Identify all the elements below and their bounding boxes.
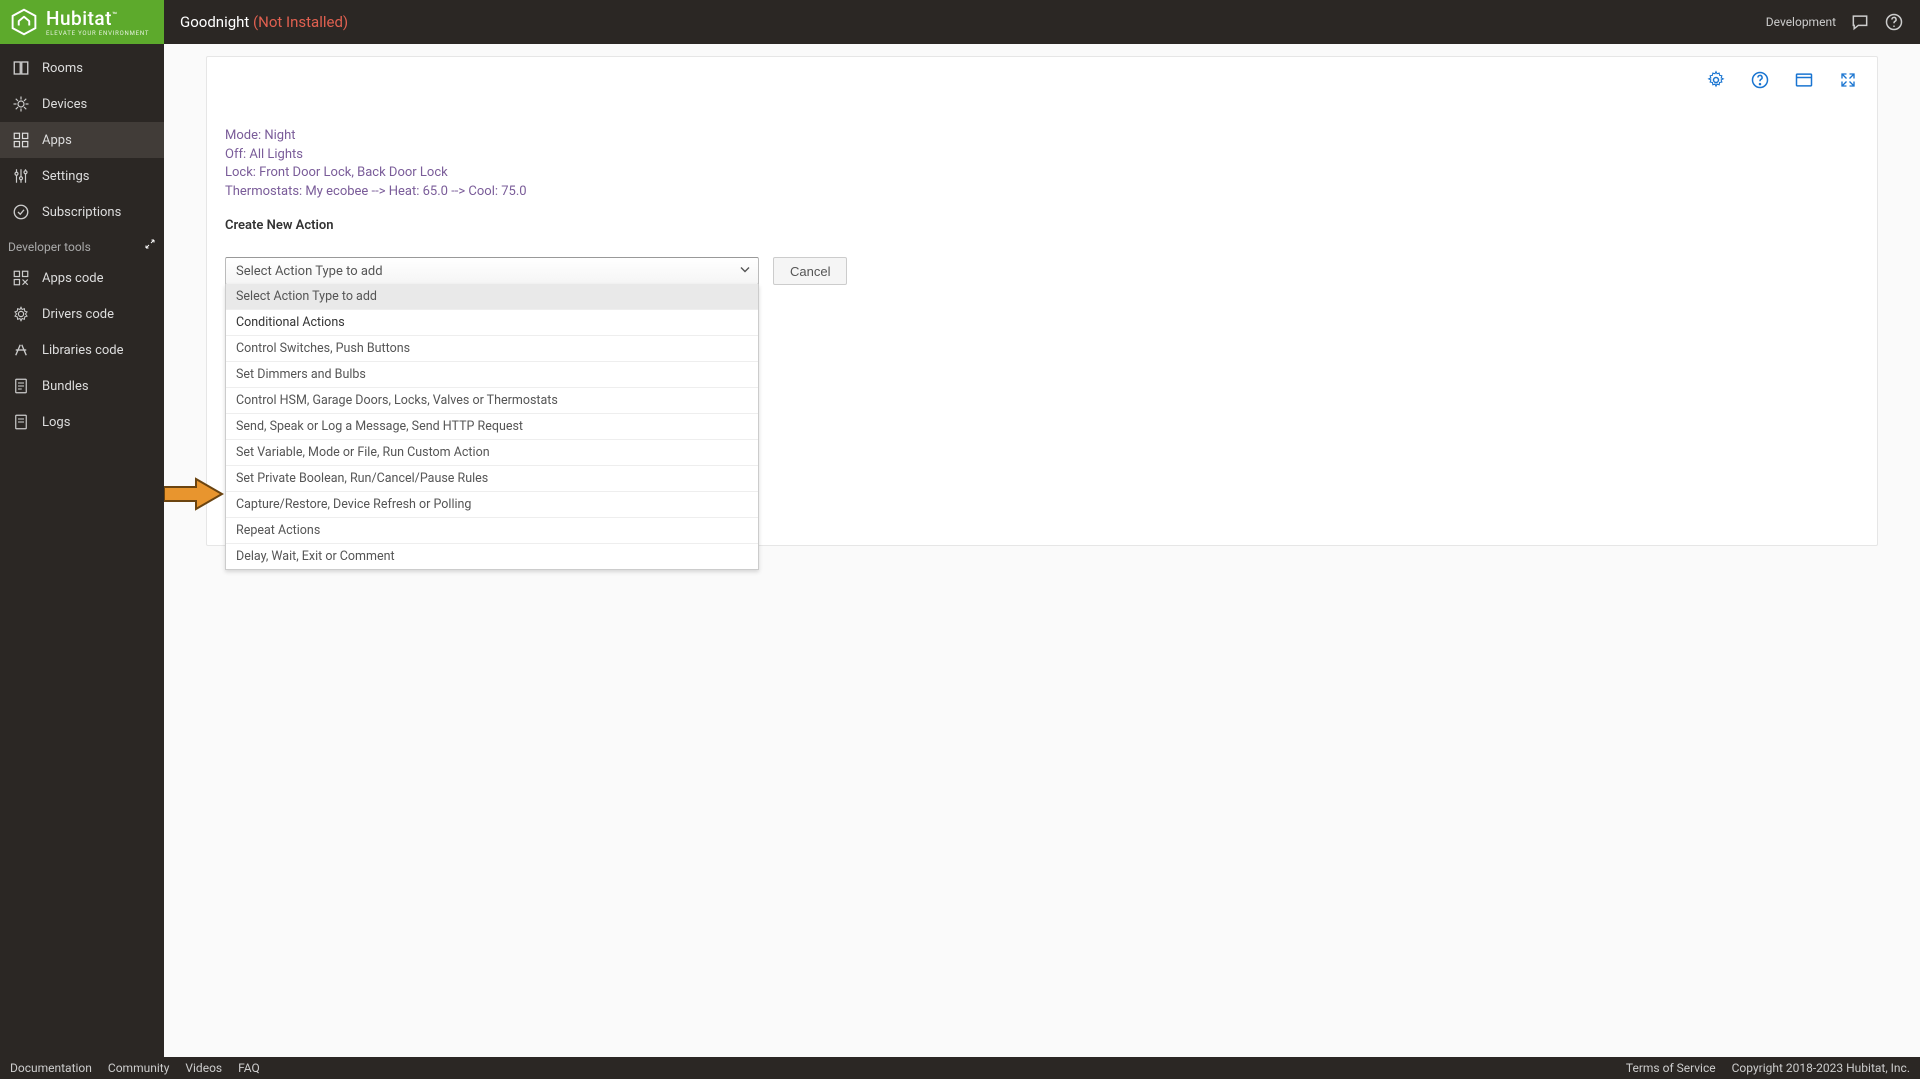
brand-name: Hubitat (46, 7, 112, 30)
footer-link-videos[interactable]: Videos (185, 1061, 222, 1075)
footer-link-tos[interactable]: Terms of Service (1626, 1061, 1716, 1075)
sidebar-item-settings[interactable]: Settings (0, 158, 164, 194)
sidebar-item-bundles[interactable]: Bundles (0, 368, 164, 404)
brand-sup: ™ (112, 11, 118, 20)
rule-line: Lock: Front Door Lock, Back Door Lock (225, 164, 1859, 182)
sidebar-item-label: Subscriptions (42, 205, 121, 220)
brand-tagline: ELEVATE YOUR ENVIRONMENT (46, 30, 149, 37)
header: Goodnight (Not Installed) Development (164, 0, 1920, 44)
logs-icon (12, 413, 30, 431)
question-icon[interactable] (1749, 69, 1771, 91)
sidebar-item-devices[interactable]: Devices (0, 86, 164, 122)
cancel-button[interactable]: Cancel (773, 257, 847, 285)
dropdown-option-delay[interactable]: Delay, Wait, Exit or Comment (226, 543, 758, 569)
bundles-icon (12, 377, 30, 395)
collapse-icon (144, 238, 156, 253)
action-row: Select Action Type to add Select Action … (225, 257, 1859, 285)
sidebar-item-label: Libraries code (42, 343, 124, 358)
footer: Documentation Community Videos FAQ Terms… (0, 1057, 1920, 1079)
settings-icon (12, 167, 30, 185)
page-title: Goodnight (Not Installed) (180, 13, 348, 31)
rooms-icon (12, 59, 30, 77)
window-icon[interactable] (1793, 69, 1815, 91)
action-type-select-wrap: Select Action Type to add Select Action … (225, 257, 759, 285)
dropdown-option-repeat[interactable]: Repeat Actions (226, 517, 758, 543)
sidebar-item-label: Devices (42, 97, 87, 112)
apps-icon (12, 131, 30, 149)
logo[interactable]: Hubitat™ ELEVATE YOUR ENVIRONMENT (0, 0, 164, 44)
appscode-icon (12, 269, 30, 287)
sidebar-item-subscriptions[interactable]: Subscriptions (0, 194, 164, 230)
select-value: Select Action Type to add (236, 264, 383, 279)
chevron-down-icon (740, 264, 750, 279)
logo-hex-icon (10, 8, 38, 36)
sidebar-item-label: Drivers code (42, 307, 114, 322)
developer-tools-label: Developer tools (8, 240, 91, 254)
dropdown-option-hsm[interactable]: Control HSM, Garage Doors, Locks, Valves… (226, 387, 758, 413)
sidebar-item-label: Apps (42, 133, 72, 148)
create-action-heading: Create New Action (225, 218, 1859, 233)
sidebar: Hubitat™ ELEVATE YOUR ENVIRONMENT Rooms … (0, 0, 164, 1079)
footer-right: Terms of Service Copyright 2018-2023 Hub… (1626, 1061, 1910, 1075)
sidebar-item-label: Rooms (42, 61, 83, 76)
panel-tools (1705, 69, 1859, 91)
footer-link-faq[interactable]: FAQ (238, 1061, 260, 1075)
sidebar-item-label: Logs (42, 415, 70, 430)
sidebar-item-logs[interactable]: Logs (0, 404, 164, 440)
sidebar-item-label: Bundles (42, 379, 89, 394)
dropdown-option-send[interactable]: Send, Speak or Log a Message, Send HTTP … (226, 413, 758, 439)
footer-link-documentation[interactable]: Documentation (10, 1061, 92, 1075)
install-status: (Not Installed) (253, 13, 348, 31)
expand-icon[interactable] (1837, 69, 1859, 91)
action-type-dropdown: Select Action Type to add Conditional Ac… (225, 284, 759, 570)
sidebar-item-drivers-code[interactable]: Drivers code (0, 296, 164, 332)
sidebar-item-label: Apps code (42, 271, 103, 286)
rule-line: Mode: Night (225, 127, 1859, 145)
dev-mode-label: Development (1766, 15, 1836, 29)
gear-icon[interactable] (1705, 69, 1727, 91)
footer-link-community[interactable]: Community (108, 1061, 169, 1075)
nav-main: Rooms Devices Apps Settings Subscription… (0, 44, 164, 1079)
rule-line: Off: All Lights (225, 146, 1859, 164)
messages-icon[interactable] (1850, 12, 1870, 32)
logo-text: Hubitat™ ELEVATE YOUR ENVIRONMENT (46, 7, 149, 37)
rule-line: Thermostats: My ecobee --> Heat: 65.0 --… (225, 183, 1859, 201)
driverscode-icon (12, 305, 30, 323)
title-text: Goodnight (180, 13, 253, 31)
sidebar-item-apps[interactable]: Apps (0, 122, 164, 158)
arrow-annotation-icon (164, 477, 224, 511)
dropdown-option-switches[interactable]: Control Switches, Push Buttons (226, 335, 758, 361)
dropdown-option-private-bool[interactable]: Set Private Boolean, Run/Cancel/Pause Ru… (226, 465, 758, 491)
sidebar-item-rooms[interactable]: Rooms (0, 50, 164, 86)
action-type-select[interactable]: Select Action Type to add (225, 257, 759, 285)
devices-icon (12, 95, 30, 113)
sidebar-item-label: Settings (42, 169, 89, 184)
footer-left: Documentation Community Videos FAQ (10, 1061, 260, 1075)
dropdown-option-placeholder[interactable]: Select Action Type to add (226, 284, 758, 309)
footer-copyright: Copyright 2018-2023 Hubitat, Inc. (1732, 1061, 1910, 1075)
subscriptions-icon (12, 203, 30, 221)
dropdown-option-capture[interactable]: Capture/Restore, Device Refresh or Polli… (226, 491, 758, 517)
panel: Mode: Night Off: All Lights Lock: Front … (206, 56, 1878, 546)
sidebar-item-libraries-code[interactable]: Libraries code (0, 332, 164, 368)
rule-summary: Mode: Night Off: All Lights Lock: Front … (225, 127, 1859, 200)
help-icon[interactable] (1884, 12, 1904, 32)
librariescode-icon (12, 341, 30, 359)
dropdown-option-conditional[interactable]: Conditional Actions (226, 309, 758, 335)
dropdown-option-dimmers[interactable]: Set Dimmers and Bulbs (226, 361, 758, 387)
sidebar-item-apps-code[interactable]: Apps code (0, 260, 164, 296)
main-content: Mode: Night Off: All Lights Lock: Front … (164, 44, 1920, 1057)
dropdown-option-variable[interactable]: Set Variable, Mode or File, Run Custom A… (226, 439, 758, 465)
developer-tools-header[interactable]: Developer tools (0, 230, 164, 260)
